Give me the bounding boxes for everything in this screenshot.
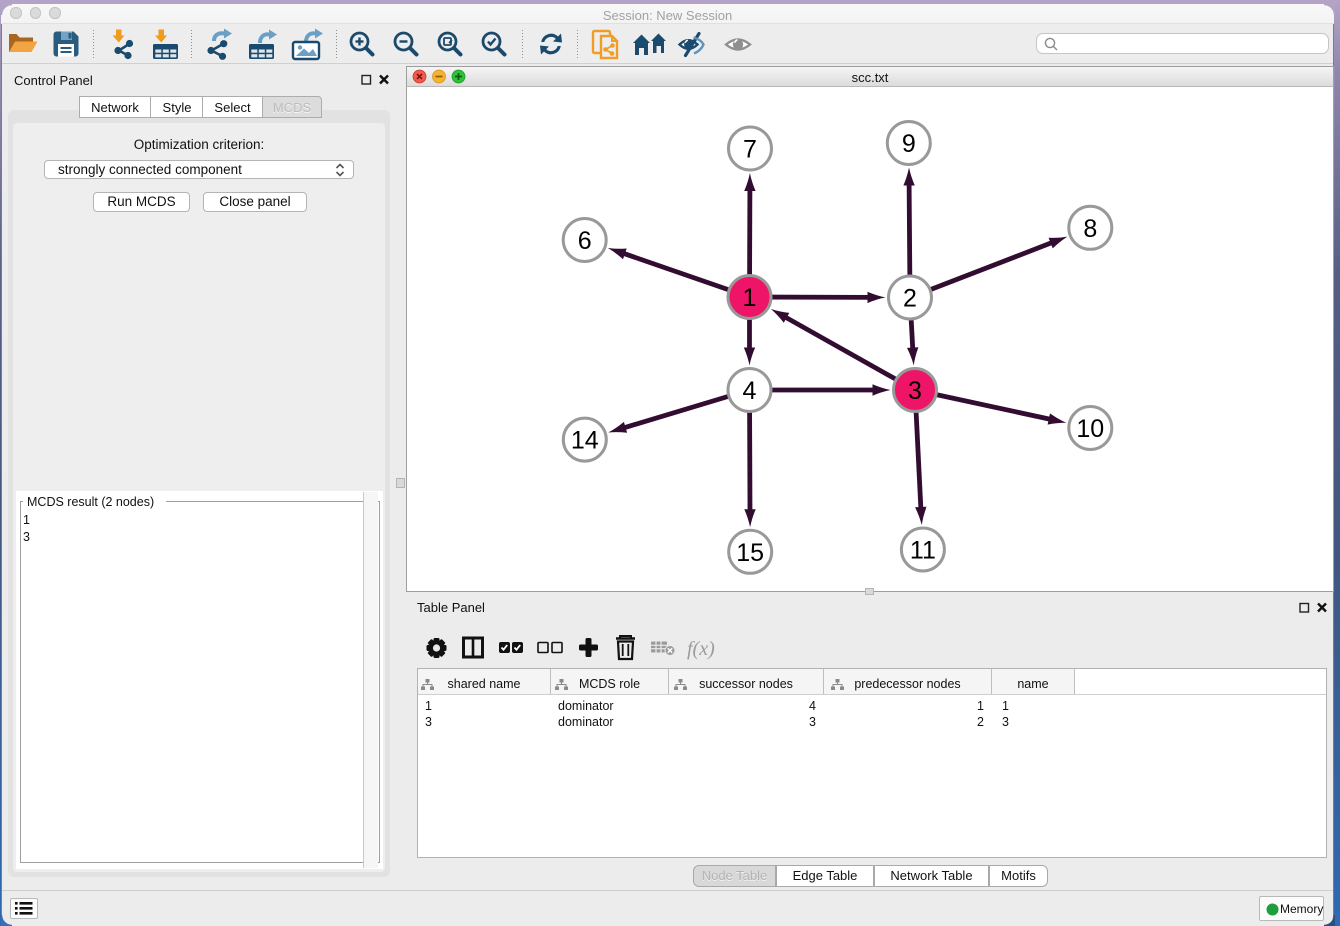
svg-text:11: 11	[910, 537, 936, 565]
svg-text:14: 14	[571, 427, 599, 455]
svg-text:1: 1	[743, 284, 757, 312]
svg-text:9: 9	[902, 130, 916, 158]
svg-text:3: 3	[908, 377, 922, 405]
svg-text:8: 8	[1083, 215, 1097, 243]
svg-text:15: 15	[736, 539, 764, 567]
svg-text:6: 6	[578, 227, 592, 255]
svg-text:7: 7	[743, 136, 757, 164]
svg-text:f(x): f(x)	[687, 638, 715, 660]
svg-text:10: 10	[1076, 415, 1104, 443]
svg-text:4: 4	[743, 377, 757, 405]
svg-text:2: 2	[903, 285, 917, 313]
